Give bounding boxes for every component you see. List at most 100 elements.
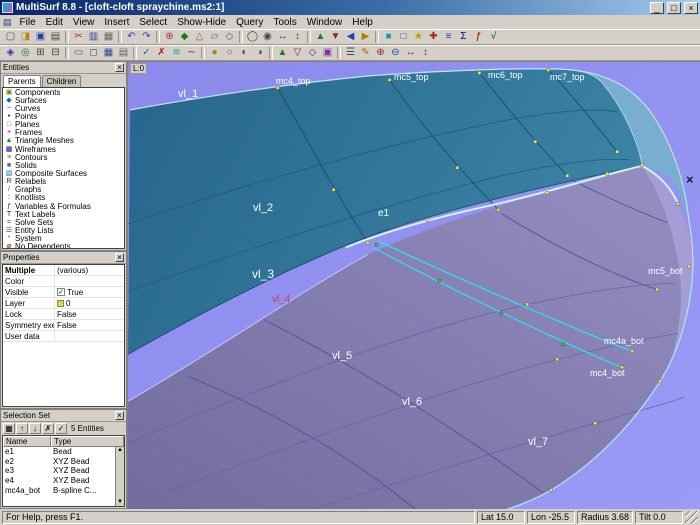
- half-right-button-icon[interactable]: ◑: [252, 46, 267, 60]
- remove-icon[interactable]: ✗: [42, 423, 54, 434]
- property-row-layer[interactable]: Layer0: [3, 298, 124, 309]
- tri-up-button-icon[interactable]: ▲: [275, 46, 290, 60]
- root-button-icon[interactable]: √: [486, 30, 501, 44]
- zoom-extents-button-icon[interactable]: ◉: [260, 30, 275, 44]
- tab-parents[interactable]: Parents: [3, 75, 41, 87]
- rotate-button-icon[interactable]: ↕: [290, 30, 305, 44]
- view-left-button-icon[interactable]: ◀: [343, 30, 358, 44]
- resize-grip[interactable]: [685, 511, 698, 524]
- minus-button-icon[interactable]: ⊖: [388, 46, 403, 60]
- move-down-icon[interactable]: ↓: [29, 423, 41, 434]
- menu-item-tools[interactable]: Tools: [268, 16, 301, 29]
- show-button-icon[interactable]: ✓: [139, 46, 154, 60]
- half-left-button-icon[interactable]: ◐: [237, 46, 252, 60]
- measure-h-button-icon[interactable]: ↔: [403, 46, 418, 60]
- apply-icon[interactable]: ✓: [55, 423, 67, 434]
- view-right-button-icon[interactable]: ▶: [358, 30, 373, 44]
- tab-children[interactable]: Children: [42, 75, 82, 87]
- selection-scrollbar[interactable]: ▲ ▼: [115, 447, 124, 506]
- redo-button-icon[interactable]: ↷: [139, 30, 154, 44]
- 3d-viewport[interactable]: vl_1mc4_topmc5_topmc6_topmc7_topvl_2e1vl…: [127, 61, 700, 509]
- pan-button-icon[interactable]: ↔: [275, 30, 290, 44]
- square-button-icon[interactable]: ▣: [320, 46, 335, 60]
- waves-button-icon[interactable]: ≋: [169, 46, 184, 60]
- selection-row-e3[interactable]: e3XYZ Bead: [3, 466, 124, 476]
- property-value[interactable]: [55, 331, 124, 341]
- open-file-button-icon[interactable]: ◨: [18, 30, 33, 44]
- plan-view-button-icon[interactable]: ▭: [71, 46, 86, 60]
- entities-panel-close-icon[interactable]: ×: [115, 63, 124, 72]
- plus-button-icon[interactable]: ⊕: [373, 46, 388, 60]
- new-file-button-icon[interactable]: ▢: [3, 30, 18, 44]
- shade-button-icon[interactable]: ■: [381, 30, 396, 44]
- tree-item-no-dependents[interactable]: øNo Dependents: [3, 243, 124, 249]
- layer-indicator[interactable]: L:0: [130, 63, 147, 74]
- property-value[interactable]: 0: [55, 298, 124, 308]
- property-value[interactable]: ✓True: [55, 287, 124, 297]
- properties-header-value[interactable]: (various): [55, 265, 124, 275]
- property-value[interactable]: False: [55, 320, 124, 330]
- formula-button-icon[interactable]: ƒ: [471, 30, 486, 44]
- menu-item-window[interactable]: Window: [302, 16, 348, 29]
- scroll-up-icon[interactable]: ▲: [117, 447, 123, 454]
- sum-button-icon[interactable]: Σ: [456, 30, 471, 44]
- list-button-icon[interactable]: ≡: [441, 30, 456, 44]
- add-button-icon[interactable]: ✚: [426, 30, 441, 44]
- menu-item-query[interactable]: Query: [231, 16, 268, 29]
- print-button-icon[interactable]: ▤: [48, 30, 63, 44]
- menu-item-select[interactable]: Select: [134, 16, 172, 29]
- hide-button-icon[interactable]: ✗: [154, 46, 169, 60]
- property-row-visible[interactable]: Visible✓True: [3, 287, 124, 298]
- grid-off-button-icon[interactable]: ⊟: [48, 46, 63, 60]
- selection-row-e4[interactable]: e4XYZ Bead: [3, 476, 124, 486]
- view-up-button-icon[interactable]: ▲: [313, 30, 328, 44]
- body-view-button-icon[interactable]: ▦: [101, 46, 116, 60]
- paste-button-icon[interactable]: ▦: [101, 30, 116, 44]
- copy-button-icon[interactable]: ▥: [86, 30, 101, 44]
- selection-panel-close-icon[interactable]: ×: [115, 411, 124, 420]
- profile-view-button-icon[interactable]: ◻: [86, 46, 101, 60]
- menu-item-show-hide[interactable]: Show-Hide: [172, 16, 231, 29]
- select-mode-button-icon[interactable]: ◈: [3, 46, 18, 60]
- selection-row-e1[interactable]: e1Bead: [3, 447, 124, 457]
- close-button[interactable]: ×: [684, 2, 698, 14]
- scroll-down-icon[interactable]: ▼: [117, 499, 123, 506]
- column-header-name[interactable]: Name: [3, 436, 51, 447]
- minimize-button[interactable]: _: [650, 2, 664, 14]
- move-up-icon[interactable]: ↑: [16, 423, 28, 434]
- grid-on-button-icon[interactable]: ⊞: [33, 46, 48, 60]
- undo-button-icon[interactable]: ↶: [124, 30, 139, 44]
- measure-v-button-icon[interactable]: ↕: [418, 46, 433, 60]
- maximize-button[interactable]: □: [667, 2, 681, 14]
- selection-row-e2[interactable]: e2XYZ Bead: [3, 457, 124, 467]
- column-header-type[interactable]: Type: [51, 436, 124, 447]
- list-view-icon[interactable]: ▦: [3, 423, 15, 434]
- property-value[interactable]: [55, 276, 124, 286]
- menu-item-help[interactable]: Help: [347, 16, 378, 29]
- zoom-button-icon[interactable]: ◯: [245, 30, 260, 44]
- menu-item-insert[interactable]: Insert: [99, 16, 134, 29]
- menu-item-file[interactable]: File: [15, 16, 41, 29]
- property-row-lock[interactable]: LockFalse: [3, 309, 124, 320]
- menu-item-view[interactable]: View: [68, 16, 100, 29]
- edit-button-icon[interactable]: ✎: [358, 46, 373, 60]
- menu-list-button-icon[interactable]: ☰: [343, 46, 358, 60]
- property-row-user-data[interactable]: User data: [3, 331, 124, 342]
- bead-button-icon[interactable]: ●: [207, 46, 222, 60]
- insert-point-button-icon[interactable]: ⊕: [162, 30, 177, 44]
- insert-surface-button-icon[interactable]: ▱: [207, 30, 222, 44]
- wireframe-button-icon[interactable]: □: [396, 30, 411, 44]
- selection-row-mc4a-bot[interactable]: mc4a_botB-spline C...: [3, 485, 124, 495]
- tri-down-button-icon[interactable]: ▽: [290, 46, 305, 60]
- diamond-button-icon[interactable]: ◇: [305, 46, 320, 60]
- property-row-color[interactable]: Color: [3, 276, 124, 287]
- insert-solid-button-icon[interactable]: ◇: [222, 30, 237, 44]
- insert-entity-button-icon[interactable]: ◆: [177, 30, 192, 44]
- snap-button-icon[interactable]: ◎: [18, 46, 33, 60]
- view-down-button-icon[interactable]: ▼: [328, 30, 343, 44]
- insert-curve-button-icon[interactable]: △: [192, 30, 207, 44]
- checkbox-checked-icon[interactable]: ✓: [57, 288, 65, 296]
- cut-button-icon[interactable]: ✂: [71, 30, 86, 44]
- save-button-icon[interactable]: ▣: [33, 30, 48, 44]
- properties-panel-close-icon[interactable]: ×: [115, 253, 124, 262]
